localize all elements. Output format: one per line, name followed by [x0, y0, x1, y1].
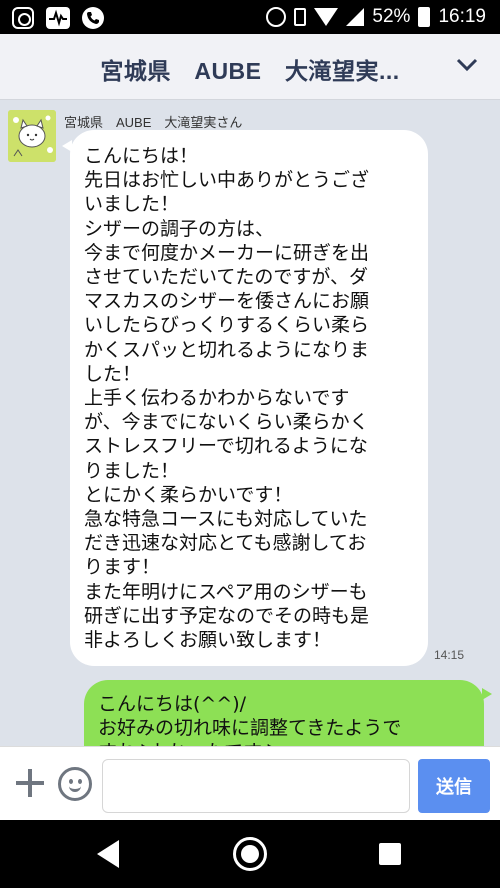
- message-input-bar: 送信: [0, 746, 500, 820]
- chat-header: 宮城県 AUBE 大滝望実...: [0, 34, 500, 100]
- chevron-down-icon[interactable]: [456, 54, 478, 76]
- instagram-icon: [12, 7, 34, 29]
- clock: 16:19: [438, 6, 486, 27]
- sender-name: 宮城県 AUBE 大滝望実さん: [64, 115, 243, 130]
- outgoing-message-bubble[interactable]: こんにちは(^^)/ お好みの切れ味に調整てきたようで すね♪よかったです♪: [84, 680, 492, 746]
- signal-icon: [346, 8, 365, 26]
- emoji-icon[interactable]: [58, 767, 92, 801]
- avatar[interactable]: [8, 110, 56, 162]
- navigation-bar: [0, 820, 500, 888]
- message-input[interactable]: [102, 759, 410, 813]
- status-bar: 52% 16:19: [0, 0, 500, 34]
- send-button[interactable]: 送信: [418, 759, 490, 813]
- incoming-message-bubble[interactable]: こんにちは！ 先日はお忙しい中ありがとうござ いました！ シザーの調子の方は、 …: [62, 130, 428, 666]
- phone-icon: [82, 7, 104, 29]
- status-right: 52% 16:19: [266, 5, 486, 29]
- message-timestamp: 14:15: [434, 648, 465, 662]
- chat-title[interactable]: 宮城県 AUBE 大滝望実...: [0, 52, 460, 86]
- back-icon[interactable]: [97, 840, 119, 868]
- alarm-icon: [266, 7, 287, 27]
- wifi-icon: [314, 8, 339, 26]
- battery-percent: 52%: [372, 6, 411, 27]
- home-icon[interactable]: [233, 837, 267, 871]
- recent-apps-icon[interactable]: [379, 843, 401, 865]
- chat-area[interactable]: 宮城県 AUBE 大滝望実さん こんにちは！ 先日はお忙しい中ありがとうござ い…: [0, 100, 500, 746]
- activity-icon: [46, 7, 70, 29]
- battery-icon: [418, 7, 431, 27]
- vibrate-icon: [294, 8, 307, 26]
- plus-icon[interactable]: [14, 767, 46, 799]
- emoji-mouth: [69, 784, 81, 792]
